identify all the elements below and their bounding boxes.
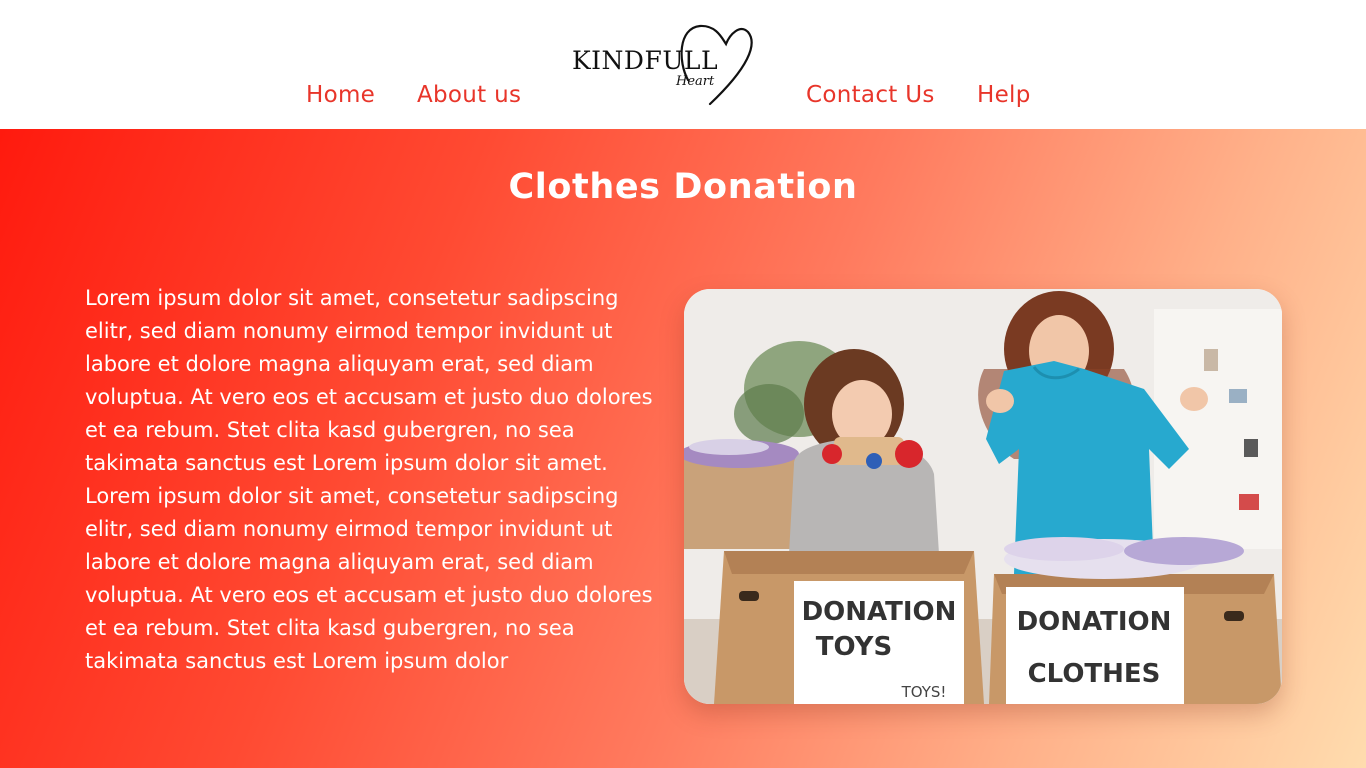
box-left-label-line1: DONATION — [802, 597, 957, 627]
nav-contact-link[interactable]: Contact Us — [806, 82, 935, 108]
box-right-label-line1: DONATION — [1017, 607, 1172, 637]
logo-wordmark: KINDFULL — [572, 46, 719, 75]
page-title: Clothes Donation — [508, 167, 858, 207]
nav-home-link[interactable]: Home — [306, 82, 375, 108]
logo-script: Heart — [676, 74, 715, 89]
site-header: Home About us KINDFULL Heart Contact Us … — [0, 0, 1366, 129]
hero-body-text: Lorem ipsum dolor sit amet, consetetur s… — [85, 286, 653, 673]
box-left-label-line2: TOYS — [816, 632, 892, 662]
box-left-note: TOYS! — [901, 683, 947, 701]
box-right-label-line2: CLOTHES — [1028, 659, 1161, 689]
site-logo[interactable]: KINDFULL Heart — [570, 22, 756, 110]
nav-about-link[interactable]: About us — [417, 82, 521, 108]
hero-section: Clothes Donation Lorem ipsum dolor sit a… — [0, 129, 1366, 768]
nav-help-link[interactable]: Help — [977, 82, 1031, 108]
donation-photo: DONATION TOYS TOYS! DONATION CLOTHES — [684, 289, 1282, 704]
